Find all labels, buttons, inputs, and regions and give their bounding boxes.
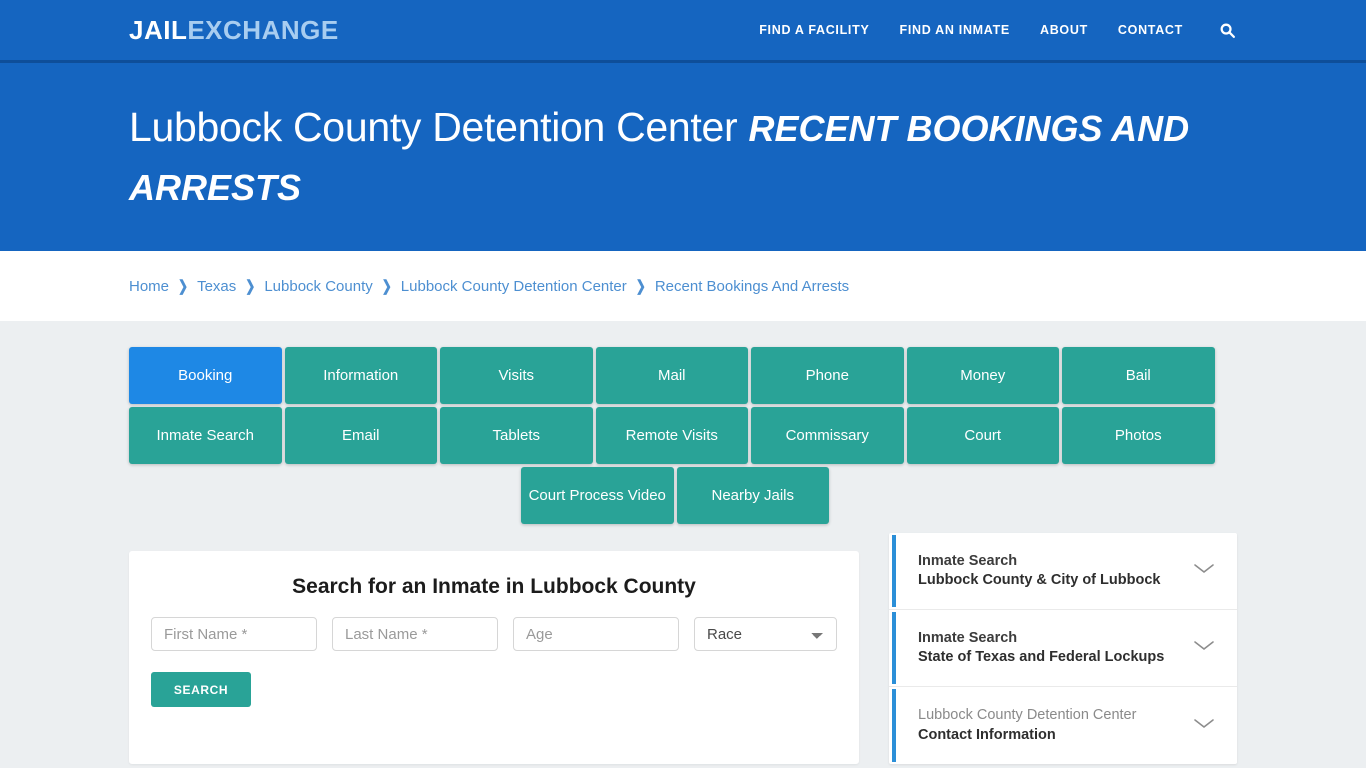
inmate-search-card: Search for an Inmate in Lubbock County R… — [129, 551, 859, 764]
breadcrumb: Home ❯ Texas ❯ Lubbock County ❯ Lubbock … — [129, 277, 849, 295]
site-logo[interactable]: JAILEXCHANGE — [129, 17, 339, 43]
accordion-item-contact-information[interactable]: Lubbock County Detention Center Contact … — [889, 687, 1237, 764]
breadcrumb-item-lubbock-county[interactable]: Lubbock County — [264, 278, 372, 295]
chevron-down-icon[interactable] — [1193, 639, 1215, 657]
chevron-right-icon: ❯ — [381, 277, 392, 295]
logo-text-jail: JAIL — [129, 15, 188, 45]
nav-contact[interactable]: CONTACT — [1118, 23, 1183, 37]
tab-visits[interactable]: Visits — [440, 347, 593, 404]
accordion-item-label: Inmate Search State of Texas and Federal… — [918, 629, 1164, 667]
breadcrumb-item-texas[interactable]: Texas — [197, 278, 236, 295]
facility-section-tabs: Booking Information Visits Mail Phone Mo… — [129, 347, 1221, 464]
chevron-right-icon: ❯ — [178, 277, 189, 295]
chevron-right-icon: ❯ — [635, 277, 646, 295]
main-content: Booking Information Visits Mail Phone Mo… — [0, 321, 1366, 764]
nav-about[interactable]: ABOUT — [1040, 23, 1088, 37]
hero-banner: Lubbock County Detention Center RECENT B… — [0, 63, 1366, 251]
logo-text-exchange: EXCHANGE — [187, 15, 339, 45]
accordion-line-2: Lubbock County & City of Lubbock — [918, 572, 1161, 588]
page-title: Lubbock County Detention Center RECENT B… — [129, 98, 1237, 217]
page-title-facility: Lubbock County Detention Center — [129, 103, 738, 150]
tab-money[interactable]: Money — [906, 347, 1059, 404]
tab-information[interactable]: Information — [284, 347, 437, 404]
chevron-down-icon[interactable] — [1193, 562, 1215, 580]
inmate-search-form: Race — [151, 617, 837, 651]
last-name-input[interactable] — [332, 617, 498, 651]
breadcrumb-item-detention-center[interactable]: Lubbock County Detention Center — [401, 278, 627, 295]
accordion-item-inmate-search-state[interactable]: Inmate Search State of Texas and Federal… — [889, 610, 1237, 687]
chevron-down-icon[interactable] — [1193, 717, 1215, 735]
accordion-line-1: Inmate Search — [918, 552, 1018, 569]
nav-find-an-inmate[interactable]: FIND AN INMATE — [899, 23, 1009, 37]
accordion-item-label: Lubbock County Detention Center Contact … — [918, 706, 1136, 744]
accordion-item-inmate-search-county[interactable]: Inmate Search Lubbock County & City of L… — [889, 533, 1237, 610]
race-select[interactable]: Race — [694, 617, 837, 651]
tab-photos[interactable]: Photos — [1062, 407, 1215, 464]
inmate-search-heading: Search for an Inmate in Lubbock County — [292, 575, 696, 598]
tab-nearby-jails[interactable]: Nearby Jails — [676, 467, 829, 524]
tab-booking[interactable]: Booking — [129, 347, 282, 404]
tab-commissary[interactable]: Commissary — [751, 407, 904, 464]
tab-mail[interactable]: Mail — [595, 347, 748, 404]
tab-court[interactable]: Court — [906, 407, 1059, 464]
sidebar-accordion: Inmate Search Lubbock County & City of L… — [889, 533, 1237, 764]
first-name-input[interactable] — [151, 617, 317, 651]
chevron-right-icon: ❯ — [245, 277, 256, 295]
breadcrumb-bar: Home ❯ Texas ❯ Lubbock County ❯ Lubbock … — [0, 251, 1366, 321]
content-columns: Search for an Inmate in Lubbock County R… — [129, 533, 1237, 764]
accordion-line-1: Inmate Search — [918, 629, 1018, 646]
tab-email[interactable]: Email — [284, 407, 437, 464]
tab-tablets[interactable]: Tablets — [440, 407, 593, 464]
breadcrumb-item-home[interactable]: Home — [129, 278, 169, 295]
accordion-line-1: Lubbock County Detention Center — [918, 707, 1137, 724]
tab-bail[interactable]: Bail — [1062, 347, 1215, 404]
search-icon[interactable] — [1217, 20, 1237, 40]
age-input[interactable] — [513, 617, 679, 651]
primary-navigation: FIND A FACILITY FIND AN INMATE ABOUT CON… — [759, 20, 1237, 40]
accordion-line-2: Contact Information — [918, 726, 1056, 743]
site-header: JAILEXCHANGE FIND A FACILITY FIND AN INM… — [0, 0, 1366, 63]
nav-find-a-facility[interactable]: FIND A FACILITY — [759, 23, 869, 37]
facility-section-tabs-row3: Court Process Video Nearby Jails — [129, 467, 1221, 524]
tab-remote-visits[interactable]: Remote Visits — [595, 407, 748, 464]
tab-phone[interactable]: Phone — [751, 347, 904, 404]
tab-court-process-video[interactable]: Court Process Video — [521, 467, 674, 524]
breadcrumb-item-recent-bookings[interactable]: Recent Bookings And Arrests — [655, 278, 849, 295]
tab-inmate-search[interactable]: Inmate Search — [129, 407, 282, 464]
accordion-item-label: Inmate Search Lubbock County & City of L… — [918, 552, 1160, 590]
search-button[interactable]: SEARCH — [151, 672, 251, 707]
accordion-line-2: State of Texas and Federal Lockups — [918, 649, 1165, 665]
